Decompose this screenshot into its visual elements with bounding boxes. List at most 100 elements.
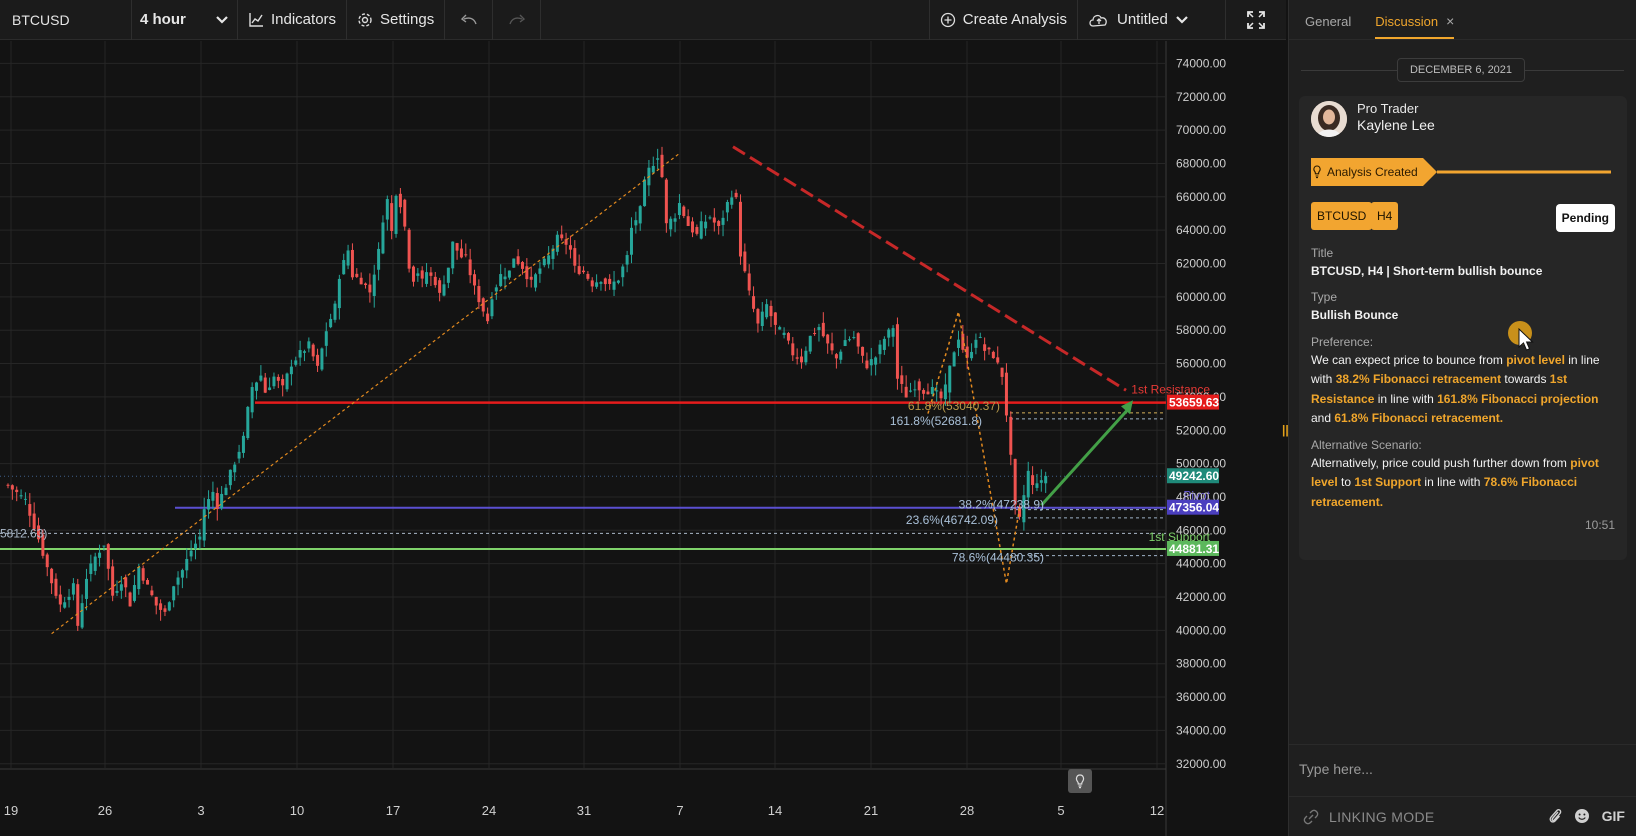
fib-level-label: 78.6%(44480.35): [952, 551, 1044, 565]
layout-select[interactable]: Untitled: [1078, 0, 1226, 40]
candle-body: [407, 229, 411, 269]
avatar[interactable]: [1311, 101, 1347, 137]
preference-text: We can expect price to bounce from pivot…: [1311, 351, 1611, 428]
avatar-image: [1311, 101, 1347, 137]
candle-body: [904, 386, 908, 398]
gear-icon: [358, 12, 372, 27]
candle-body: [302, 351, 306, 353]
symbol-label: BTCUSD: [12, 11, 70, 28]
time-tick-label: 3: [197, 803, 204, 818]
candle-body: [63, 602, 67, 608]
candle-body: [782, 332, 786, 335]
linking-mode-label[interactable]: LINKING MODE: [1329, 809, 1435, 825]
candle-body: [233, 464, 237, 473]
candle-body: [608, 278, 612, 285]
candle-body: [167, 602, 171, 611]
candle-body: [542, 258, 546, 266]
redo-button[interactable]: [493, 0, 542, 40]
price-chart[interactable]: 1st ResistancePivot1st Support5812.63)61…: [0, 41, 1282, 836]
undo-button[interactable]: [445, 0, 494, 40]
alt-scenario-text: Alternatively, price could push further …: [1311, 454, 1611, 512]
price-tick-label: 62000.00: [1176, 257, 1226, 271]
candle-body: [529, 276, 533, 280]
candle-body: [943, 384, 947, 400]
time-tick-label: 12: [1150, 803, 1164, 818]
candle-body: [568, 245, 572, 250]
candle-body: [948, 365, 952, 393]
date-badge: DECEMBER 6, 2021: [1397, 58, 1525, 82]
candle-body: [381, 222, 385, 254]
candle-body: [76, 584, 80, 626]
candle-body: [817, 327, 821, 330]
pivot-price-tag: 47356.04: [1169, 501, 1219, 515]
candle-body: [586, 273, 590, 279]
tab-general[interactable]: General: [1305, 14, 1351, 39]
fullscreen-button[interactable]: [1226, 0, 1286, 40]
time-tick-label: 10: [290, 803, 304, 818]
candle-body: [154, 596, 158, 606]
candle-body: [350, 249, 354, 278]
candle-body: [682, 206, 686, 217]
link-icon[interactable]: [1303, 809, 1319, 825]
candle-body: [900, 375, 904, 384]
title-value: BTCUSD, H4 | Short-term bullish bounce: [1311, 264, 1543, 278]
para-fragment: pivot level: [1506, 353, 1565, 367]
candle-body: [577, 266, 581, 274]
candle-body: [102, 545, 106, 547]
candle-body: [442, 284, 446, 296]
time-tick-label: 14: [768, 803, 782, 818]
candle-body: [547, 255, 551, 265]
fib-level-label: 161.8%(52681.8): [890, 414, 982, 428]
candle-body: [804, 350, 808, 363]
candle-body: [952, 352, 956, 367]
candle-body: [416, 273, 420, 276]
left-level-label: 5812.63): [0, 526, 47, 540]
insight-button[interactable]: [1068, 769, 1092, 793]
candle-body: [843, 340, 847, 347]
create-analysis-button[interactable]: Create Analysis: [930, 0, 1078, 40]
candle-body: [132, 585, 136, 601]
support-price-tag: 44881.31: [1169, 542, 1219, 556]
candle-body: [734, 192, 738, 198]
tab-discussion[interactable]: Discussion ×: [1375, 13, 1455, 39]
para-fragment: in line with: [1421, 475, 1484, 490]
paperclip-icon[interactable]: [1548, 807, 1562, 825]
emoji-icon[interactable]: [1574, 808, 1590, 824]
candle-body: [246, 406, 250, 439]
price-tick-label: 32000.00: [1176, 757, 1226, 771]
indicators-button[interactable]: Indicators: [238, 0, 348, 40]
candle-body: [54, 578, 58, 596]
time-tick-label: 31: [577, 803, 591, 818]
message-input[interactable]: [1299, 755, 1619, 783]
candle-body: [507, 270, 511, 278]
candle-body: [629, 227, 633, 255]
close-icon[interactable]: ×: [1446, 13, 1454, 29]
settings-button[interactable]: Settings: [347, 0, 446, 40]
gif-button[interactable]: GIF: [1602, 808, 1625, 824]
candle-body: [19, 495, 23, 497]
candle-body: [956, 339, 960, 348]
interval-select[interactable]: 4 hour: [132, 0, 238, 40]
status-label: Analysis Created: [1311, 162, 1418, 182]
symbol-search[interactable]: BTCUSD: [0, 0, 132, 40]
analysis-panel: General Discussion × DECEMBER 6, 2021 Pr…: [1288, 0, 1636, 836]
candle-body: [847, 339, 851, 341]
price-tick-label: 58000.00: [1176, 323, 1226, 337]
candle-body: [141, 568, 145, 581]
price-axis: 74000.00 72000.00 70000.00 68000.00 66000.00…: [1167, 56, 1226, 771]
time-tick-label: 5: [1057, 803, 1064, 818]
message-composer: [1289, 744, 1636, 794]
price-tick-label: 44000.00: [1176, 557, 1226, 571]
para-fragment: Alternatively, price could push further …: [1311, 456, 1571, 470]
candle-body: [699, 221, 703, 239]
candle-body: [970, 351, 974, 359]
candle-body: [1004, 372, 1008, 416]
line-chart-icon: [249, 12, 263, 27]
candle-body: [834, 354, 838, 359]
candle-body: [708, 217, 712, 219]
price-tick-label: 42000.00: [1176, 590, 1226, 604]
chart-area[interactable]: 1st Resistance Pivot 1st Support 5812.63) 61…: [0, 41, 1289, 836]
time-tick-label: 28: [960, 803, 974, 818]
type-label: Type: [1311, 290, 1338, 304]
price-tick-label: 56000.00: [1176, 357, 1226, 371]
